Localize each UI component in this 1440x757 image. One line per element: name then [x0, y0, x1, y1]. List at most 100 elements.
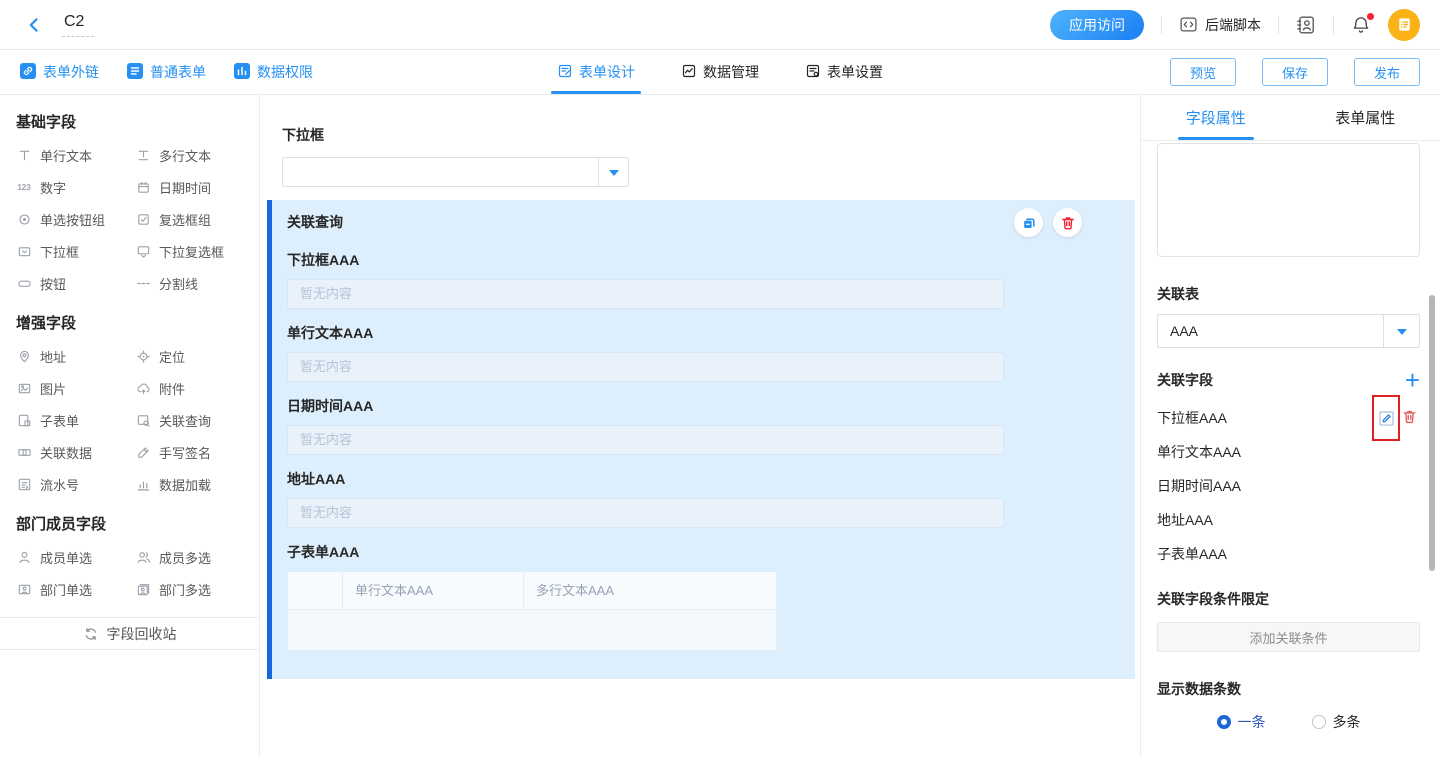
block-field-dropdown-aaa[interactable]: 下拉框AAA 暂无内容 — [287, 250, 1135, 309]
app-access-button[interactable]: 应用访问 — [1050, 10, 1144, 40]
normal-form-button[interactable]: 普通表单 — [127, 62, 206, 82]
topbar: C2 应用访问 后端脚本 — [0, 0, 1440, 50]
sidebar-item-divider[interactable]: 分割线 — [135, 267, 259, 299]
sidebar-item-number[interactable]: 123 数字 — [16, 171, 135, 203]
normal-form-icon — [127, 63, 143, 82]
data-permission-icon — [234, 63, 250, 82]
sidebar-item-member-single[interactable]: 成员单选 — [16, 541, 135, 573]
sidebar-item-related-query[interactable]: 关联查询 — [135, 404, 259, 436]
sidebar-item-dropdown[interactable]: 下拉框 — [16, 235, 135, 267]
subform-empty-row — [288, 610, 776, 650]
tab-form-design[interactable]: 表单设计 — [557, 50, 635, 94]
field-description-textarea[interactable] — [1157, 143, 1420, 257]
sidebar-item-button[interactable]: 按钮 — [16, 267, 135, 299]
user-avatar[interactable] — [1388, 9, 1420, 41]
block-field-address-aaa[interactable]: 地址AAA 暂无内容 — [287, 469, 1135, 528]
checkbox-group-icon — [135, 211, 151, 227]
sidebar-item-related-data[interactable]: 关联数据 — [16, 436, 135, 468]
selected-related-query-block[interactable]: 关联查询 下拉框AAA 暂无内容 单行文本AAA 暂无内容 — [267, 200, 1135, 679]
data-manage-icon — [681, 63, 697, 82]
subform-icon — [16, 412, 32, 428]
backend-script-button[interactable]: 后端脚本 — [1179, 15, 1261, 35]
sidebar-item-dropdown-multi[interactable]: 下拉复选框 — [135, 235, 259, 267]
block-field-subform-aaa[interactable]: 子表单AAA 单行文本AAA 多行文本AAA — [287, 542, 1135, 651]
field-placeholder-input[interactable]: 暂无内容 — [287, 498, 1004, 528]
add-condition-button[interactable]: 添加关联条件 — [1157, 622, 1420, 652]
sidebar-item-attachment[interactable]: 附件 — [135, 372, 259, 404]
section-title-basic-fields: 基础字段 — [16, 111, 259, 132]
related-field-item[interactable]: 子表单AAA — [1157, 544, 1420, 564]
field-placeholder-input[interactable]: 暂无内容 — [287, 352, 1004, 382]
radio-unselected-icon — [1312, 715, 1326, 729]
delete-field-button[interactable] — [1401, 408, 1418, 428]
form-external-link-button[interactable]: 表单外链 — [20, 62, 99, 82]
block-field-datetime-aaa[interactable]: 日期时间AAA 暂无内容 — [287, 396, 1135, 455]
save-button[interactable]: 保存 — [1262, 58, 1328, 86]
sidebar-item-dept-multi[interactable]: 部门多选 — [135, 573, 259, 605]
tab-data-manage[interactable]: 数据管理 — [681, 50, 759, 94]
related-fields-label: 关联字段 — [1157, 370, 1213, 390]
tab-form-properties[interactable]: 表单属性 — [1291, 95, 1440, 140]
member-single-icon — [16, 549, 32, 565]
dropdown-field-select[interactable] — [282, 157, 629, 187]
sidebar-item-serial-number[interactable]: 流水号 — [16, 468, 135, 500]
form-title-input[interactable]: C2 — [62, 12, 94, 37]
delete-button[interactable] — [1053, 208, 1082, 237]
radio-option-multiple[interactable]: 多条 — [1312, 712, 1361, 732]
notification-bell-icon[interactable] — [1351, 15, 1371, 35]
edit-field-button[interactable] — [1377, 409, 1396, 428]
related-field-item[interactable]: 地址AAA — [1157, 510, 1420, 530]
sidebar-item-single-line-text[interactable]: 单行文本 — [16, 139, 135, 171]
block-title: 关联查询 — [287, 208, 1135, 236]
preview-button[interactable]: 预览 — [1170, 58, 1236, 86]
sidebar-item-member-multi[interactable]: 成员多选 — [135, 541, 259, 573]
radio-selected-icon — [1217, 715, 1231, 729]
data-load-icon — [135, 476, 151, 492]
divider — [1333, 16, 1334, 34]
field-placeholder-input[interactable]: 暂无内容 — [287, 279, 1004, 309]
subform-header-row: 单行文本AAA 多行文本AAA — [288, 572, 776, 610]
related-data-icon — [16, 444, 32, 460]
sidebar-item-radio-group[interactable]: 单选按钮组 — [16, 203, 135, 235]
tab-form-settings[interactable]: 表单设置 — [805, 50, 883, 94]
sidebar-item-image[interactable]: 图片 — [16, 372, 135, 404]
sidebar-item-signature[interactable]: 手写签名 — [135, 436, 259, 468]
radio-option-single[interactable]: 一条 — [1217, 712, 1266, 732]
divider — [1161, 16, 1162, 34]
center-tabs: 表单设计 数据管理 表单设置 — [557, 50, 883, 94]
copy-button[interactable] — [1014, 208, 1043, 237]
sidebar-item-dept-single[interactable]: 部门单选 — [16, 573, 135, 605]
sidebar-item-multi-line-text[interactable]: 多行文本 — [135, 139, 259, 171]
sidebar-item-checkbox-group[interactable]: 复选框组 — [135, 203, 259, 235]
add-related-field-icon[interactable]: + — [1405, 370, 1420, 390]
form-canvas: 下拉框 关联查询 下拉框AAA 暂无内 — [260, 95, 1141, 757]
sidebar-item-datetime[interactable]: 日期时间 — [135, 171, 259, 203]
field-placeholder-input[interactable]: 暂无内容 — [287, 425, 1004, 455]
backend-script-label: 后端脚本 — [1205, 15, 1261, 35]
data-permission-button[interactable]: 数据权限 — [234, 62, 313, 82]
tab-field-properties[interactable]: 字段属性 — [1141, 95, 1291, 140]
block-field-single-line-aaa[interactable]: 单行文本AAA 暂无内容 — [287, 323, 1135, 382]
notification-dot — [1367, 13, 1374, 20]
sidebar-item-subform[interactable]: 子表单 — [16, 404, 135, 436]
related-field-item[interactable]: 单行文本AAA — [1157, 442, 1420, 462]
sidebar-item-data-load[interactable]: 数据加载 — [135, 468, 259, 500]
related-table-select[interactable]: AAA — [1157, 314, 1420, 348]
sidebar-item-location[interactable]: 定位 — [135, 340, 259, 372]
subform-column-header: 多行文本AAA — [524, 572, 776, 609]
panel-scrollbar[interactable] — [1429, 295, 1435, 571]
recycle-icon — [83, 626, 99, 642]
attachment-icon — [135, 380, 151, 396]
canvas-field-dropdown[interactable]: 下拉框 — [260, 125, 1140, 187]
related-field-item[interactable]: 日期时间AAA — [1157, 476, 1420, 496]
panel-tabs: 字段属性 表单属性 — [1141, 95, 1440, 141]
related-field-item[interactable]: 下拉框AAA — [1157, 408, 1420, 428]
condition-label: 关联字段条件限定 — [1157, 589, 1420, 609]
back-icon[interactable] — [24, 15, 44, 35]
sidebar-item-address[interactable]: 地址 — [16, 340, 135, 372]
dept-single-icon — [16, 581, 32, 597]
contacts-icon[interactable] — [1296, 15, 1316, 35]
subform-index-column — [288, 572, 343, 609]
publish-button[interactable]: 发布 — [1354, 58, 1420, 86]
field-recycle-bin-button[interactable]: 字段回收站 — [0, 617, 259, 650]
